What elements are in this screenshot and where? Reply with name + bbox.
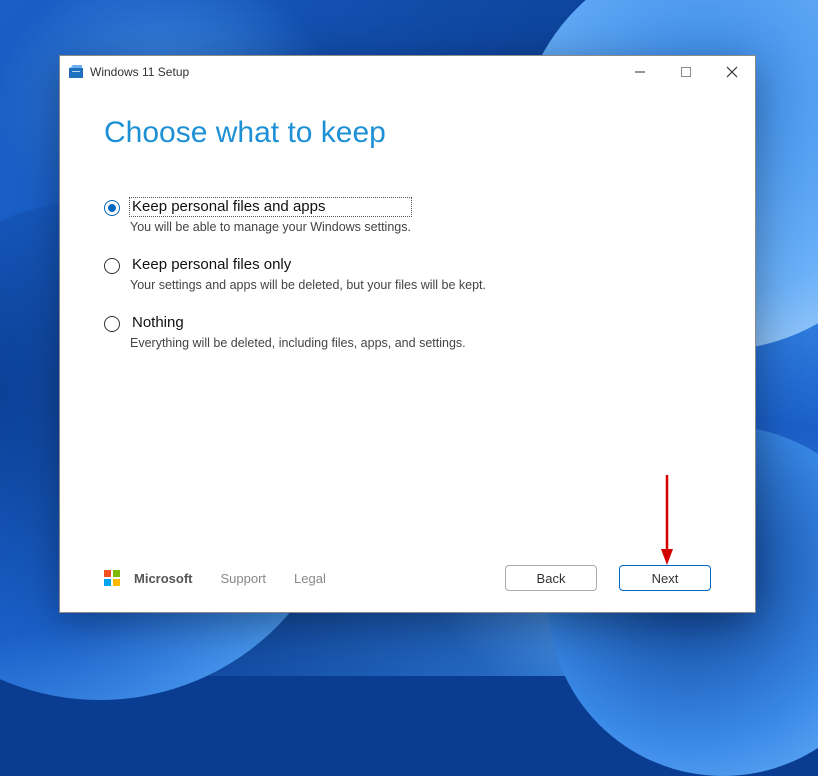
window-title: Windows 11 Setup bbox=[90, 65, 189, 79]
options-group: Keep personal files and apps You will be… bbox=[104, 198, 711, 350]
radio-icon[interactable] bbox=[104, 316, 120, 332]
option-description: Your settings and apps will be deleted, … bbox=[130, 278, 486, 292]
back-button[interactable]: Back bbox=[505, 565, 597, 591]
support-link[interactable]: Support bbox=[221, 571, 267, 586]
footer-brand: Microsoft bbox=[134, 571, 193, 586]
page-title: Choose what to keep bbox=[104, 116, 711, 150]
footer: Microsoft Support Legal Back Next bbox=[60, 556, 755, 612]
option-nothing[interactable]: Nothing Everything will be deleted, incl… bbox=[104, 314, 711, 350]
legal-link[interactable]: Legal bbox=[294, 571, 326, 586]
option-label: Keep personal files only bbox=[130, 256, 486, 274]
option-keep-files-apps[interactable]: Keep personal files and apps You will be… bbox=[104, 198, 711, 234]
microsoft-logo-icon bbox=[104, 570, 120, 586]
minimize-button[interactable] bbox=[617, 56, 663, 88]
radio-icon[interactable] bbox=[104, 200, 120, 216]
titlebar[interactable]: Windows 11 Setup bbox=[60, 56, 755, 88]
next-button[interactable]: Next bbox=[619, 565, 711, 591]
option-label: Keep personal files and apps bbox=[130, 198, 411, 216]
close-button[interactable] bbox=[709, 56, 755, 88]
option-description: Everything will be deleted, including fi… bbox=[130, 336, 466, 350]
maximize-button[interactable] bbox=[663, 56, 709, 88]
option-description: You will be able to manage your Windows … bbox=[130, 220, 411, 234]
radio-icon[interactable] bbox=[104, 258, 120, 274]
setup-window: Windows 11 Setup Choose what to keep Kee… bbox=[59, 55, 756, 613]
option-label: Nothing bbox=[130, 314, 466, 332]
option-keep-files-only[interactable]: Keep personal files only Your settings a… bbox=[104, 256, 711, 292]
app-icon bbox=[68, 64, 84, 80]
